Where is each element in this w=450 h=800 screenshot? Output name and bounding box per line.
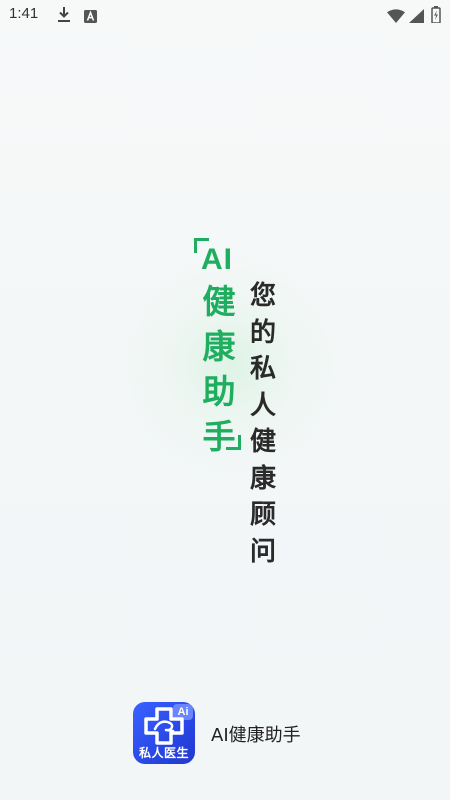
a-notification-icon [84,8,97,27]
close-corner-bracket [226,435,241,450]
app-name: AI健康助手 [211,725,301,746]
logo-text: 私人医生 [138,746,189,760]
signal-icon [409,8,424,27]
battery-icon [431,6,441,27]
tagline: 您的私人健康顾问 [249,281,276,567]
status-bar: 1:41 [0,0,450,30]
app-logo: Ai 私人医生 [133,702,195,764]
download-icon [57,6,71,27]
headline-ai: AI [201,243,233,276]
headline-title: 健康助手 [202,282,236,456]
status-time: 1:41 [9,5,39,22]
wifi-icon [387,8,405,27]
